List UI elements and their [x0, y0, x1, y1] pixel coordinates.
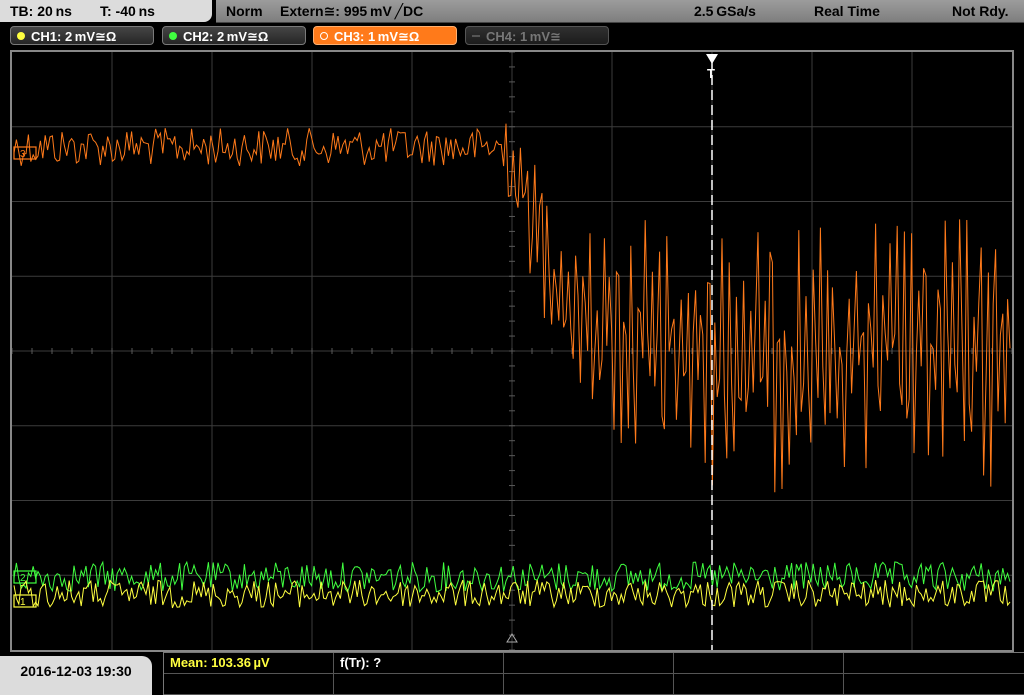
timebase-label: TB: 20 ns: [10, 3, 72, 19]
datetime-label: 2016-12-03 19:30: [20, 663, 132, 679]
bottom-bar: 2016-12-03 19:30 Mean: 103.36 µV f(Tr): …: [0, 652, 1024, 695]
channel-2-button[interactable]: CH2: 2 mV≅Ω: [162, 26, 306, 45]
datetime-box: 2016-12-03 19:30: [0, 656, 152, 695]
ch4-indicator-icon: [472, 35, 480, 37]
mean-measurement[interactable]: Mean: 103.36 µV: [164, 653, 334, 673]
trigger-arrow-icon[interactable]: [706, 54, 718, 64]
channel-4-button[interactable]: CH4: 1 mV≅: [465, 26, 609, 45]
channel-4-label: CH4: 1 mV≅: [486, 29, 561, 44]
measurement-row: [164, 674, 1024, 695]
waveform-canvas: 3 2 1 T: [12, 52, 1012, 650]
ch1-indicator-icon: [17, 32, 25, 40]
waveform-display[interactable]: 3 2 1 T: [10, 50, 1014, 652]
channel-3-button[interactable]: CH3: 1 mV≅Ω: [313, 26, 457, 45]
ch1-marker-text: 1: [20, 597, 26, 608]
sample-rate-label: 2.5 GSa/s: [694, 3, 756, 19]
measurement-slot: [504, 674, 674, 694]
status-bar[interactable]: Norm Extern≅: 995 mV ╱DC 2.5 GSa/s Real …: [216, 0, 1024, 23]
trigger-time-label: T: -40 ns: [100, 3, 155, 19]
channel-2-label: CH2: 2 mV≅Ω: [183, 29, 269, 44]
channel-1-label: CH1: 2 mV≅Ω: [31, 29, 117, 44]
acquisition-mode-label: Real Time: [814, 3, 880, 19]
ch2-indicator-icon: [169, 32, 177, 40]
measurement-slot: [164, 674, 334, 694]
ch3-indicator-icon: [320, 32, 328, 40]
measurement-slot: [334, 674, 504, 694]
measurement-table[interactable]: Mean: 103.36 µV f(Tr): ?: [163, 652, 1024, 695]
measurement-row: Mean: 103.36 µV f(Tr): ?: [164, 653, 1024, 674]
measurement-slot: [674, 653, 844, 673]
rise-time-measurement[interactable]: f(Tr): ?: [334, 653, 504, 673]
run-state-label: Not Rdy.: [952, 3, 1009, 19]
measurement-slot: [844, 653, 1024, 673]
channel-bar: CH1: 2 mV≅Ω CH2: 2 mV≅Ω CH3: 1 mV≅Ω CH4:…: [0, 24, 1024, 50]
trigger-mode-label: Norm: [226, 3, 263, 19]
trigger-marker-text: T: [707, 66, 715, 81]
channel-1-button[interactable]: CH1: 2 mV≅Ω: [10, 26, 154, 45]
channel-3-label: CH3: 1 mV≅Ω: [334, 29, 420, 44]
graticule: [12, 52, 1012, 650]
measurement-slot: [844, 674, 1024, 694]
top-bar: TB: 20 ns T: -40 ns Norm Extern≅: 995 mV…: [0, 0, 1024, 24]
measurement-slot: [674, 674, 844, 694]
trigger-source-label: Extern≅: 995 mV ╱DC: [280, 3, 424, 19]
measurement-slot: [504, 653, 674, 673]
timebase-box[interactable]: TB: 20 ns T: -40 ns: [0, 0, 212, 22]
